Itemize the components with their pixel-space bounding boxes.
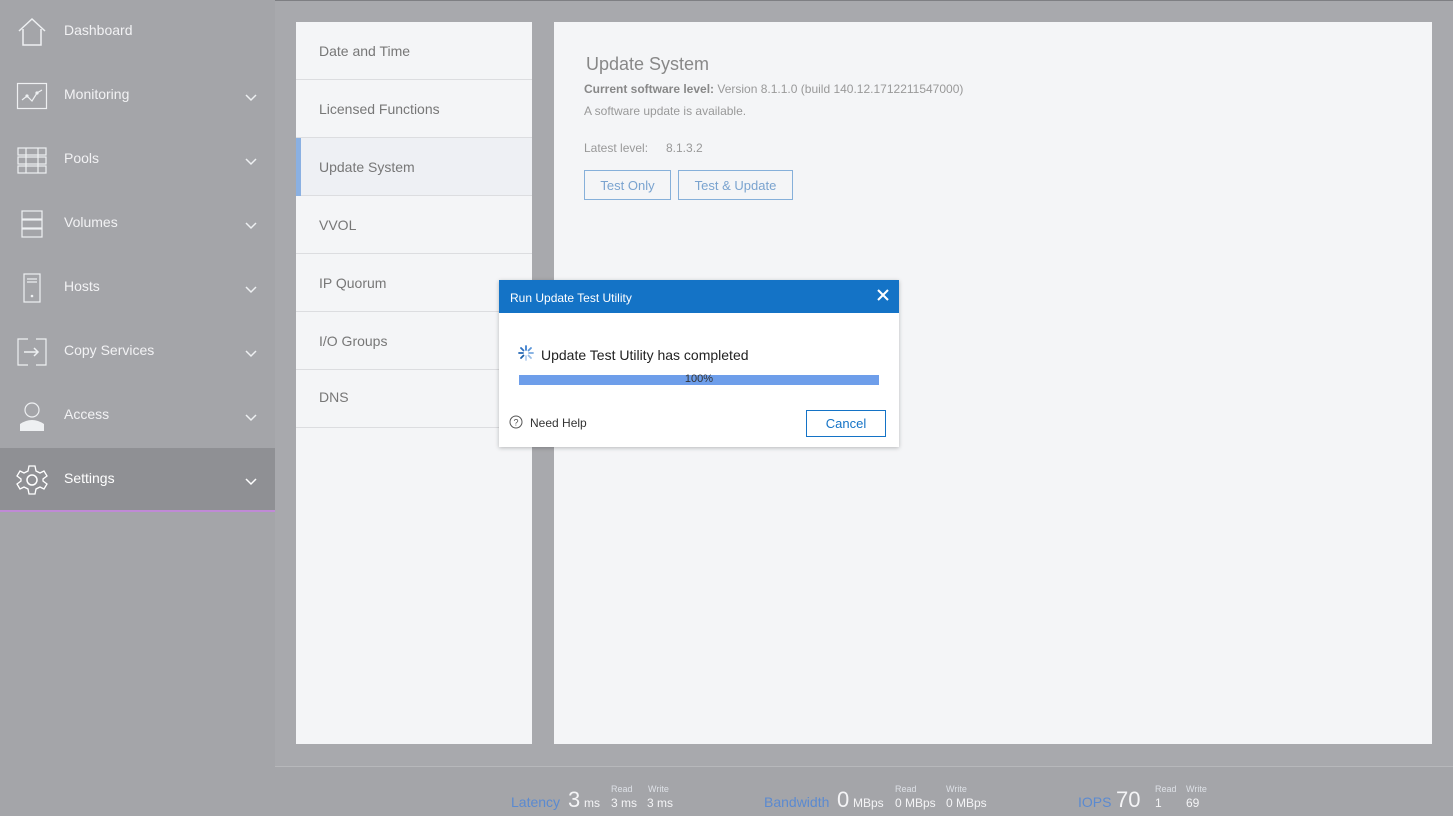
- chevron-down-icon: [245, 222, 257, 230]
- latest-level-value: 8.1.3.2: [666, 141, 703, 155]
- subnav-item-dns[interactable]: DNS: [296, 370, 532, 428]
- chevron-down-icon: [245, 158, 257, 166]
- bandwidth-value: 0: [837, 787, 850, 812]
- monitoring-icon: [16, 82, 48, 110]
- chevron-down-icon: [245, 286, 257, 294]
- subnav-item-label: DNS: [319, 389, 349, 405]
- sidebar-item-pools[interactable]: Pools: [0, 128, 275, 192]
- bandwidth-read-value: 0 MBps: [895, 796, 936, 810]
- chevron-down-icon: [245, 414, 257, 422]
- top-divider: [275, 0, 1453, 1]
- subnav-item-label: Date and Time: [319, 43, 411, 59]
- subnav-item-label: VVOL: [319, 217, 357, 233]
- user-icon: [20, 402, 44, 431]
- subnav-item-label: IP Quorum: [319, 275, 387, 291]
- subnav-item-ip-quorum[interactable]: IP Quorum: [296, 254, 532, 312]
- latency-unit: ms: [584, 796, 600, 810]
- sidebar-item-dashboard[interactable]: Dashboard: [0, 0, 275, 64]
- iops-read-label: Read: [1155, 784, 1177, 794]
- iops-label: IOPS: [1078, 794, 1112, 810]
- sidebar-item-monitoring[interactable]: Monitoring: [0, 64, 275, 128]
- iops-read-value: 1: [1155, 796, 1162, 810]
- sidebar-item-copy-services[interactable]: Copy Services: [0, 320, 275, 384]
- sidebar-item-label: Access: [64, 406, 110, 422]
- latency-write-label: Write: [648, 784, 669, 794]
- iops-write-value: 69: [1186, 796, 1200, 810]
- run-update-test-dialog: Run Update Test Utility Update Test Util…: [499, 280, 899, 447]
- sidebar-item-label: Volumes: [64, 214, 118, 230]
- volumes-icon: [21, 210, 43, 238]
- subnav-item-vvol[interactable]: VVOL: [296, 196, 532, 254]
- dialog-status-text: Update Test Utility has completed: [541, 347, 749, 363]
- subnav-item-label: Update System: [319, 159, 415, 175]
- sidebar-item-label: Monitoring: [64, 86, 130, 102]
- performance-bar: Latency 3 ms Read 3 ms Write 3 ms Bandwi…: [275, 766, 1453, 816]
- hosts-icon: [23, 273, 41, 303]
- sidebar: Dashboard Monitoring Pools Volumes Hosts…: [0, 0, 275, 816]
- sidebar-item-label: Copy Services: [64, 342, 155, 358]
- latest-level: Latest level: 8.1.3.2: [584, 141, 703, 155]
- page-title: Update System: [586, 54, 710, 74]
- sidebar-item-settings[interactable]: Settings: [0, 448, 275, 512]
- sidebar-item-volumes[interactable]: Volumes: [0, 192, 275, 256]
- gear-icon: [16, 465, 48, 495]
- subnav-item-update-system[interactable]: Update System: [296, 138, 532, 196]
- sidebar-item-label: Pools: [64, 150, 100, 166]
- iops-write-label: Write: [1186, 784, 1207, 794]
- bandwidth-read-label: Read: [895, 784, 917, 794]
- subnav-item-label: Licensed Functions: [319, 101, 440, 117]
- svg-text:?: ?: [513, 418, 518, 428]
- home-icon: [18, 17, 46, 46]
- latency-read-value: 3 ms: [611, 796, 638, 810]
- subnav-item-label: I/O Groups: [319, 333, 388, 349]
- dialog-header: Run Update Test Utility: [499, 280, 899, 313]
- latency-label: Latency: [511, 794, 561, 810]
- bandwidth-write-label: Write: [946, 784, 967, 794]
- dialog-title: Run Update Test Utility: [510, 291, 632, 305]
- help-icon[interactable]: ?: [509, 415, 523, 429]
- test-and-update-button[interactable]: Test & Update: [678, 170, 793, 200]
- test-only-button[interactable]: Test Only: [584, 170, 671, 200]
- iops-value: 70: [1116, 787, 1141, 812]
- chevron-down-icon: [245, 350, 257, 358]
- sidebar-item-label: Settings: [64, 470, 115, 486]
- bandwidth-unit: MBps: [853, 796, 884, 810]
- pools-icon: [17, 147, 47, 174]
- latency-value: 3: [568, 787, 581, 812]
- progress-text: 100%: [684, 373, 714, 385]
- latest-level-label: Latest level:: [584, 141, 649, 155]
- current-level-value: Version 8.1.1.0 (build 140.12.1712211547…: [714, 82, 964, 96]
- chevron-down-icon: [245, 478, 257, 486]
- subnav-item-date-time[interactable]: Date and Time: [296, 22, 532, 80]
- update-available-text: A software update is available.: [584, 104, 747, 118]
- latency-read-label: Read: [611, 784, 633, 794]
- bandwidth-label: Bandwidth: [764, 794, 830, 810]
- cancel-button[interactable]: Cancel: [806, 410, 886, 437]
- sidebar-item-access[interactable]: Access: [0, 384, 275, 448]
- spinner-icon: [518, 345, 534, 361]
- copy-services-icon: [17, 338, 47, 366]
- bandwidth-write-value: 0 MBps: [946, 796, 987, 810]
- current-software-level: Current software level: Version 8.1.1.0 …: [584, 82, 963, 96]
- current-level-label: Current software level:: [584, 82, 715, 96]
- close-icon[interactable]: [876, 288, 890, 302]
- need-help-link[interactable]: Need Help: [530, 416, 587, 430]
- sidebar-item-label: Hosts: [64, 278, 100, 294]
- progress-bar: 100%: [519, 373, 879, 385]
- subnav-item-io-groups[interactable]: I/O Groups: [296, 312, 532, 370]
- settings-subnav: Date and Time Licensed Functions Update …: [296, 22, 532, 744]
- sidebar-item-label: Dashboard: [64, 22, 133, 38]
- subnav-item-licensed-functions[interactable]: Licensed Functions: [296, 80, 532, 138]
- latency-write-value: 3 ms: [647, 796, 674, 810]
- sidebar-item-hosts[interactable]: Hosts: [0, 256, 275, 320]
- chevron-down-icon: [245, 94, 257, 102]
